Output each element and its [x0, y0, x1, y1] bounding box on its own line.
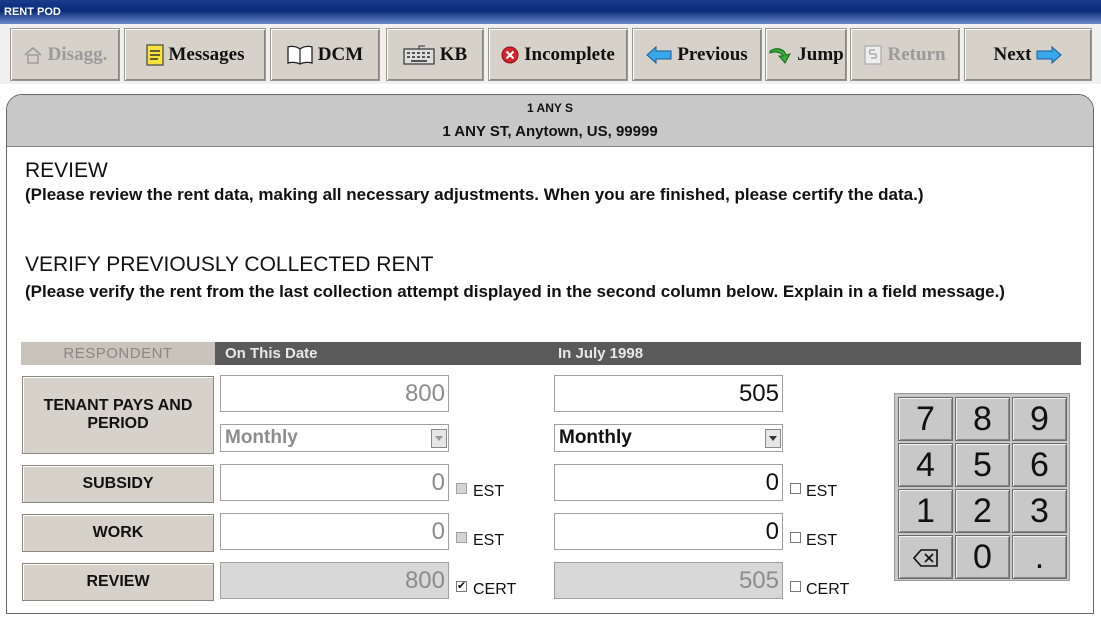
numeric-keypad: 7 8 9 4 5 6 1 2 3 0 . — [894, 393, 1070, 581]
chevron-down-icon[interactable] — [765, 429, 781, 448]
return-icon — [864, 44, 883, 65]
verify-heading: VERIFY PREVIOUSLY COLLECTED RENT — [25, 253, 434, 276]
key-decimal[interactable]: . — [1012, 535, 1067, 579]
jump-label: Jump — [797, 43, 844, 65]
tenant-pays-label: TENANT PAYS AND PERIOD — [22, 376, 214, 454]
messages-button[interactable]: Messages — [124, 28, 266, 81]
key-1[interactable]: 1 — [898, 489, 953, 533]
previous-column-header: In July 1998 — [558, 345, 644, 362]
address-full: 1 ANY ST, Anytown, US, 99999 — [442, 123, 658, 140]
review-previous-cert-label: CERT — [806, 581, 850, 598]
address-short: 1 ANY S — [526, 101, 574, 115]
key-5[interactable]: 5 — [955, 443, 1010, 487]
review-row-label: REVIEW — [22, 563, 214, 601]
incomplete-button[interactable]: Incomplete — [488, 28, 628, 81]
arrow-right-icon — [1036, 45, 1063, 64]
key-7[interactable]: 7 — [898, 397, 953, 441]
period-current-select[interactable]: Monthly — [220, 424, 449, 452]
work-current-input[interactable]: 0 — [220, 513, 449, 550]
work-label: WORK — [22, 514, 214, 552]
tenant-pays-current-input[interactable]: 800 — [220, 375, 449, 412]
disagg-label: Disagg. — [47, 43, 108, 65]
messages-label: Messages — [168, 43, 245, 65]
period-previous-select[interactable]: Monthly — [554, 424, 783, 452]
subsidy-label: SUBSIDY — [22, 465, 214, 503]
review-heading: REVIEW — [25, 159, 108, 182]
keyboard-icon — [403, 45, 435, 65]
jump-arrow-icon — [768, 45, 792, 65]
period-previous-value: Monthly — [559, 427, 632, 448]
review-current-value: 800 — [220, 562, 449, 599]
work-previous-est-label: EST — [806, 532, 838, 549]
subsidy-previous-input[interactable]: 0 — [554, 464, 783, 501]
work-previous-input[interactable]: 0 — [554, 513, 783, 550]
previous-button[interactable]: Previous — [632, 28, 762, 81]
disagg-button[interactable]: Disagg. — [10, 28, 120, 81]
work-current-est-checkbox[interactable] — [456, 532, 467, 543]
column-header: RESPONDENT On This Date In July 1998 — [21, 342, 1081, 365]
subsidy-current-est-checkbox[interactable] — [456, 483, 467, 494]
key-0[interactable]: 0 — [955, 535, 1010, 579]
checkmark-icon: ✔ — [457, 580, 467, 592]
subsidy-previous-est-checkbox[interactable] — [790, 483, 801, 494]
kb-label: KB — [439, 43, 468, 65]
error-icon — [501, 46, 519, 64]
main-panel: 1 ANY S 1 ANY ST, Anytown, US, 99999 REV… — [6, 94, 1094, 614]
review-previous-value: 505 — [554, 562, 783, 599]
return-button[interactable]: Return — [850, 28, 960, 81]
review-current-cert-checkbox[interactable]: ✔ — [456, 580, 467, 592]
dcm-button[interactable]: DCM — [270, 28, 380, 81]
review-previous-cert-checkbox[interactable] — [790, 581, 801, 592]
key-3[interactable]: 3 — [1012, 489, 1067, 533]
key-4[interactable]: 4 — [898, 443, 953, 487]
period-current-value: Monthly — [225, 427, 298, 448]
verify-instruction: (Please verify the rent from the last co… — [25, 282, 1005, 301]
review-current-cert-label: CERT — [473, 581, 517, 598]
subsidy-current-input[interactable]: 0 — [220, 464, 449, 501]
incomplete-label: Incomplete — [524, 43, 615, 65]
key-backspace[interactable] — [898, 535, 953, 579]
next-button[interactable]: Next — [964, 28, 1092, 81]
respondent-header[interactable]: RESPONDENT — [21, 342, 215, 365]
key-6[interactable]: 6 — [1012, 443, 1067, 487]
note-icon — [145, 43, 164, 66]
current-column-header: On This Date — [225, 345, 318, 362]
book-icon — [287, 45, 313, 65]
key-2[interactable]: 2 — [955, 489, 1010, 533]
window-title: RENT POD — [0, 0, 1101, 24]
arrow-left-icon — [646, 45, 672, 64]
backspace-icon — [912, 538, 939, 577]
subsidy-previous-est-label: EST — [806, 483, 838, 500]
toolbar: Disagg. Messages DCM KB Incomplete Previ… — [0, 24, 1101, 84]
return-label: Return — [887, 43, 946, 65]
review-instruction: (Please review the rent data, making all… — [25, 185, 924, 204]
previous-label: Previous — [677, 43, 748, 65]
next-label: Next — [993, 43, 1032, 65]
key-8[interactable]: 8 — [955, 397, 1010, 441]
chevron-down-icon[interactable] — [431, 429, 447, 448]
tenant-pays-previous-input[interactable]: 505 — [554, 375, 783, 412]
work-current-est-label: EST — [473, 532, 505, 549]
dcm-label: DCM — [317, 43, 364, 65]
work-previous-est-checkbox[interactable] — [790, 532, 801, 543]
subsidy-current-est-label: EST — [473, 483, 505, 500]
kb-button[interactable]: KB — [386, 28, 484, 81]
home-icon — [23, 46, 43, 64]
address-header: 1 ANY S 1 ANY ST, Anytown, US, 99999 — [7, 95, 1093, 147]
jump-button[interactable]: Jump — [765, 28, 847, 81]
key-9[interactable]: 9 — [1012, 397, 1067, 441]
